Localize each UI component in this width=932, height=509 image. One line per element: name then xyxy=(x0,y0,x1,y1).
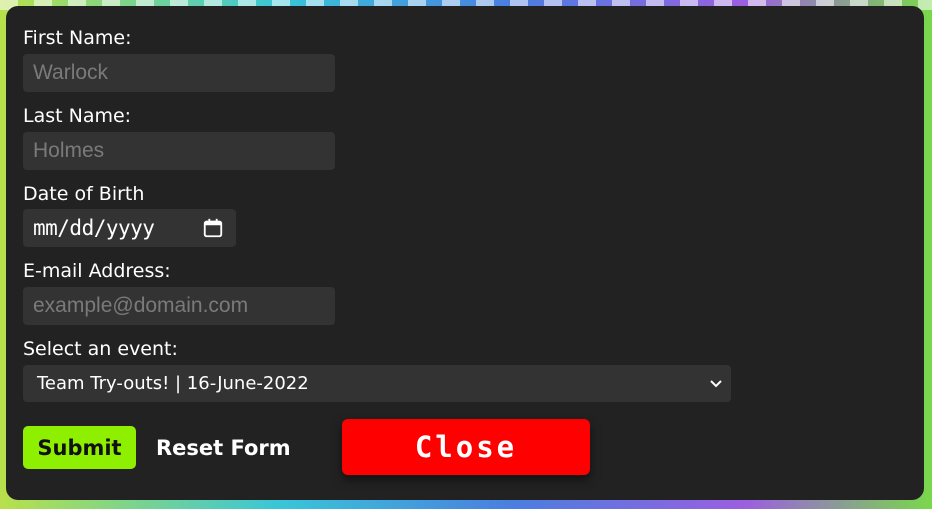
close-button[interactable]: Close xyxy=(342,419,590,475)
first-name-label: First Name: xyxy=(23,27,132,49)
dob-input[interactable]: mm/dd/yyyy xyxy=(23,209,236,247)
last-name-label: Last Name: xyxy=(23,105,132,127)
email-label: E-mail Address: xyxy=(23,260,171,282)
last-name-input[interactable] xyxy=(23,132,335,170)
email-input[interactable] xyxy=(23,287,335,325)
registration-form: First Name: Last Name: Date of Birth mm/… xyxy=(6,6,924,500)
chevron-down-icon xyxy=(710,379,722,387)
reset-form-button[interactable]: Reset Form xyxy=(156,426,291,469)
event-select[interactable]: Team Try-outs! | 16-June-2022 xyxy=(23,365,731,402)
event-selected-value: Team Try-outs! | 16-June-2022 xyxy=(37,373,309,394)
event-label: Select an event: xyxy=(23,338,178,360)
dob-label: Date of Birth xyxy=(23,183,145,205)
dob-value: mm/dd/yyyy xyxy=(33,216,155,240)
submit-button[interactable]: Submit xyxy=(23,426,136,469)
calendar-icon[interactable] xyxy=(202,217,224,239)
first-name-input[interactable] xyxy=(23,54,335,92)
